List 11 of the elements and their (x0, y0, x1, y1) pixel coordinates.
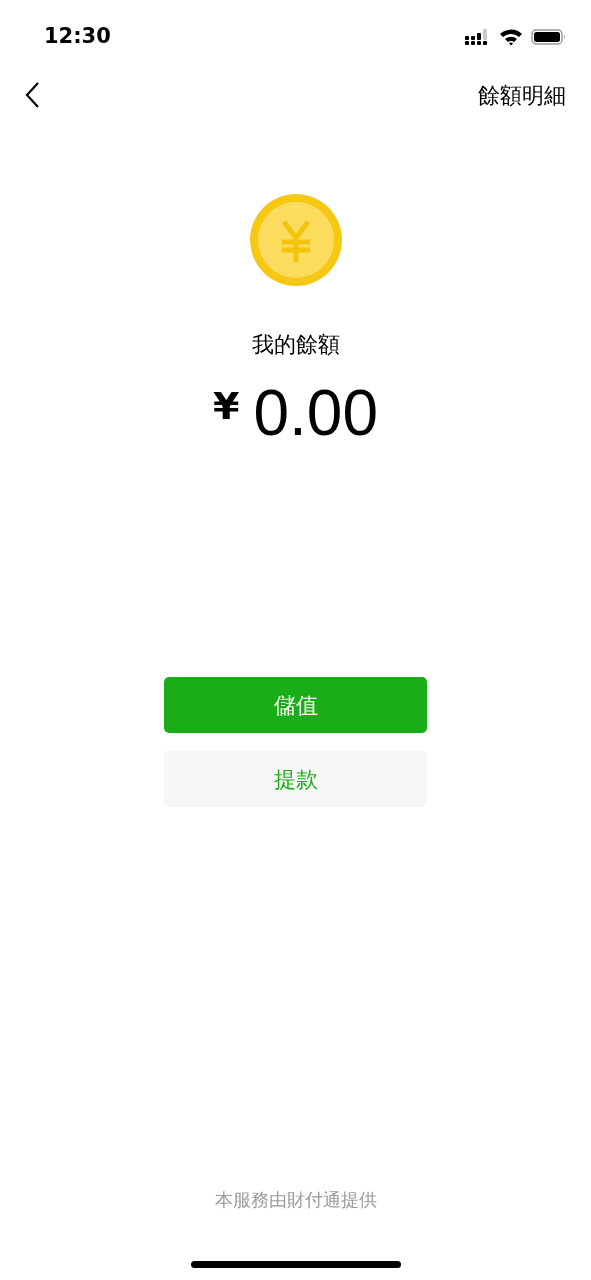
status-time: 12:30 (44, 23, 111, 51)
balance-details-link[interactable]: 餘額明細 (478, 78, 566, 112)
coin-icon (249, 194, 342, 286)
top-up-button[interactable]: 儲值 (164, 677, 427, 733)
battery-icon (531, 28, 567, 46)
currency-symbol: ¥ (213, 387, 240, 425)
balance-label: 我的餘額 (251, 331, 340, 359)
provider-note: 本服務由財付通提供 (214, 1188, 377, 1212)
balance-amount: 0.00 (253, 381, 378, 445)
withdraw-button[interactable]: 提款 (164, 751, 427, 807)
wifi-icon (499, 28, 523, 46)
